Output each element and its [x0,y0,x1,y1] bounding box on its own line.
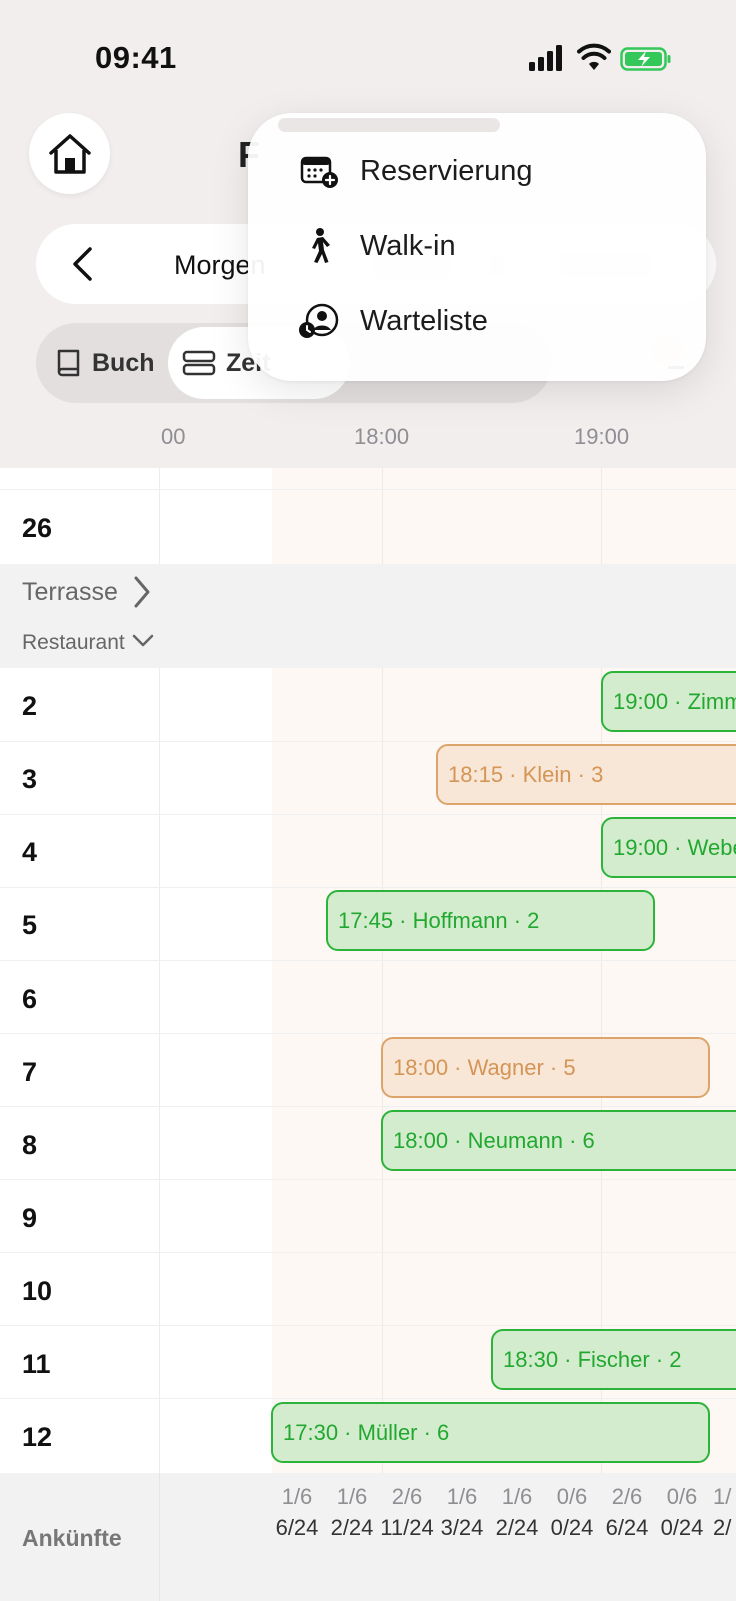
section-subgroup-name[interactable]: Restaurant [22,631,125,655]
arrivals-guests: 2/24 [330,1515,374,1540]
arrivals-guests: 6/24 [275,1515,319,1540]
reservation-block[interactable]: 18:00 · Neumann · 6 [381,1110,736,1171]
menu-item-walk-in-label: Walk-in [360,229,456,262]
arrivals-label: Ankünfte [22,1525,122,1551]
divider [0,1325,736,1326]
arrivals-reservations: 0/6 [556,1484,588,1509]
home-button[interactable] [29,113,110,194]
arrivals-guests: 0/24 [660,1515,704,1540]
arrivals-count: 1/6 3/24 [434,1481,490,1543]
table-row-label[interactable]: 6 [22,984,37,1015]
menu-item-walk-in[interactable]: Walk-in [296,211,686,281]
time-tick: 18:00 [354,424,410,449]
arrivals-count: 1/6 2/24 [489,1481,545,1543]
arrivals-guests: 0/24 [550,1515,594,1540]
table-row-label[interactable]: 2 [22,691,37,722]
calendar-add-icon [300,156,338,188]
chevron-right-icon[interactable] [132,575,152,609]
arrivals-count: 0/6 0/24 [544,1481,600,1543]
arrivals-count: 2/6 6/24 [599,1481,655,1543]
reservation-block[interactable]: 18:15 · Klein · 3 [436,744,736,805]
table-row-label[interactable]: 4 [22,837,37,868]
chevron-down-icon[interactable] [132,634,154,648]
divider [159,1473,160,1601]
waitlist-clock-icon [299,303,339,338]
arrivals-reservations: 2/6 [391,1484,423,1509]
home-icon [48,133,91,174]
arrivals-guests: 6/24 [605,1515,649,1540]
divider [0,1106,736,1107]
arrivals-reservations: 0/6 [666,1484,698,1509]
arrivals-reservations: 1/6 [446,1484,478,1509]
arrivals-reservations: 1/6 [501,1484,533,1509]
divider [0,814,736,815]
divider [0,887,736,888]
reservation-block[interactable]: 17:30 · Müller · 6 [271,1402,710,1463]
table-row-label[interactable]: 10 [22,1276,52,1307]
table-row-label[interactable]: 11 [22,1349,51,1380]
table-row-label[interactable]: 3 [22,764,37,795]
menu-item-waitlist-label: Warteliste [360,304,488,337]
menu-item-reservation-label: Reservierung [360,154,533,187]
cellular-signal-icon [529,45,562,71]
timeline-icon [182,350,216,376]
timeline-grid[interactable]: 26 Terrasse Restaurant 2 3 4 5 6 7 8 9 1… [0,468,736,1473]
arrivals-guests: 2/ [713,1515,732,1540]
previous-day-icon[interactable] [70,246,94,282]
book-icon [57,349,80,377]
divider [0,489,736,490]
arrivals-reservations: 2/6 [611,1484,643,1509]
reservation-block[interactable]: 19:00 · Zimmer [601,671,736,732]
arrivals-reservations: 1/ [713,1484,732,1509]
table-row-label[interactable]: 5 [22,910,37,941]
arrivals-count: 1/ 2/ [709,1481,736,1543]
blurred-control [278,118,500,132]
segment-book[interactable]: Buch [52,331,172,395]
arrivals-guests: 2/24 [495,1515,539,1540]
arrivals-count: 0/6 0/24 [654,1481,710,1543]
arrivals-guests: 11/24 [380,1515,434,1540]
status-time: 09:41 [95,40,177,75]
table-row-label[interactable]: 7 [22,1057,37,1088]
divider [0,1398,736,1399]
walking-person-icon [312,228,330,263]
divider [0,1179,736,1180]
arrivals-reservations: 1/6 [281,1484,313,1509]
table-row-label[interactable]: 12 [22,1422,52,1453]
table-row-label[interactable]: 26 [22,513,52,544]
reservation-block[interactable]: 18:00 · Wagner · 5 [381,1037,710,1098]
arrivals-count: 2/6 11/24 [379,1481,435,1543]
reservation-block[interactable]: 17:45 · Hoffmann · 2 [326,890,655,951]
arrivals-count: 1/6 2/24 [324,1481,380,1543]
arrivals-reservations: 1/6 [336,1484,368,1509]
section-area-name[interactable]: Terrasse [22,578,118,607]
arrivals-guests: 3/24 [440,1515,484,1540]
reservation-block[interactable]: 19:00 · Weber [601,817,736,878]
time-tick: 00 [161,424,186,449]
arrivals-count: 1/6 6/24 [269,1481,325,1543]
time-tick: 19:00 [574,424,630,449]
menu-item-waitlist[interactable]: Warteliste [296,286,686,356]
divider [0,741,736,742]
menu-item-reservation[interactable]: Reservierung [296,136,686,206]
divider [0,1033,736,1034]
wifi-icon [577,43,611,70]
divider [0,1252,736,1253]
table-row-label[interactable]: 8 [22,1130,37,1161]
arrivals-footer: Ankünfte 1/6 6/24 1/6 2/24 2/6 11/24 1/6… [0,1473,736,1601]
divider [0,960,736,961]
segment-book-label: Buch [92,348,155,377]
reservation-block[interactable]: 18:30 · Fischer · 2 [491,1329,736,1390]
table-row-label[interactable]: 9 [22,1203,37,1234]
battery-charging-icon [620,47,671,71]
